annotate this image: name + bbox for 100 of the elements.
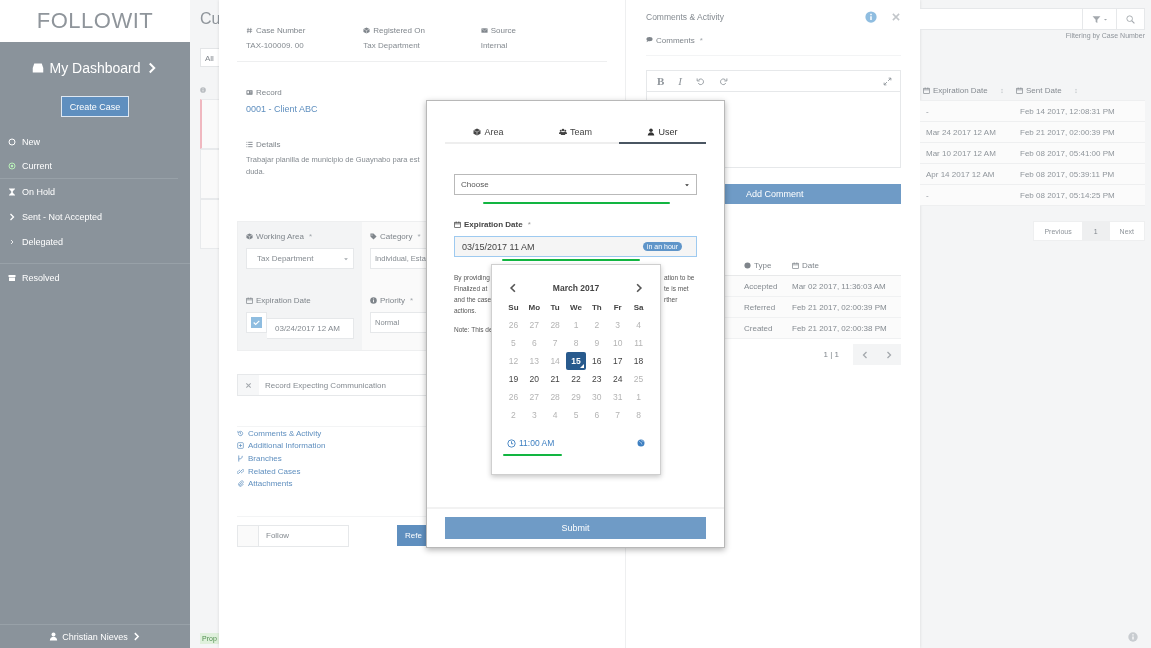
- calendar-icon: [1016, 87, 1023, 94]
- sidebar-item[interactable]: Current: [0, 154, 178, 179]
- panel-title: Comments & Activity: [646, 12, 725, 22]
- field-label: Priority: [380, 295, 405, 305]
- calendar-icon: [792, 262, 799, 269]
- day-cell[interactable]: 18: [628, 352, 649, 370]
- section-link[interactable]: Related Cases: [237, 464, 607, 478]
- user-menu[interactable]: Christian Nieves: [0, 624, 190, 648]
- branch-icon: [237, 455, 244, 462]
- field-label: Working Area: [256, 231, 304, 241]
- sidebar-item[interactable]: Delegated: [0, 229, 190, 254]
- create-case-button[interactable]: Create Case: [61, 96, 129, 117]
- date-field[interactable]: 03/24/2017 12 AM: [267, 318, 354, 339]
- chevron-icon: [8, 212, 16, 221]
- table-cell-text: Feb 08 2017, 05:41:00 PM: [1019, 148, 1115, 158]
- day-cell[interactable]: 15: [566, 352, 586, 370]
- close-icon: [891, 12, 901, 22]
- field-label: Details: [256, 139, 281, 149]
- envelope-icon: [480, 26, 488, 34]
- comment-icon: [646, 36, 653, 43]
- tab[interactable]: User: [619, 121, 706, 144]
- day-cell[interactable]: 16: [586, 352, 608, 370]
- caret-icon: [684, 181, 690, 188]
- expand-icon: [883, 76, 892, 86]
- chevron-icon: [131, 632, 141, 641]
- day-cell[interactable]: 22: [565, 370, 587, 388]
- day-cell[interactable]: 17: [607, 352, 629, 370]
- table-cell-text: Feb 08 2017, 05:39:11 PM: [1019, 169, 1115, 179]
- info-icon: [370, 296, 377, 304]
- day-cell[interactable]: 19: [503, 370, 524, 388]
- sidebar-item[interactable]: New: [0, 129, 190, 154]
- bold-button[interactable]: B: [657, 75, 665, 87]
- required-mark: *: [308, 231, 312, 241]
- section-link[interactable]: Comments & Activity: [237, 427, 607, 440]
- chevron-icon: [861, 350, 869, 359]
- sort-icon: [1072, 87, 1079, 94]
- column-header: Expiration Date: [933, 86, 988, 95]
- submit-button[interactable]: Submit: [445, 517, 706, 539]
- calendar-icon: [454, 220, 461, 228]
- table-cell-text: -: [925, 190, 930, 200]
- section-link[interactable]: Branches: [237, 452, 607, 465]
- day-cell[interactable]: 23: [586, 370, 608, 388]
- user-icon: [647, 127, 656, 136]
- table-cell-text: -: [925, 106, 930, 116]
- select-field[interactable]: Choose: [454, 174, 697, 195]
- paperclip-icon: [237, 480, 244, 488]
- cube-icon: [363, 26, 371, 34]
- chevron-icon: [885, 350, 893, 359]
- case-row[interactable]: [200, 99, 219, 149]
- tab[interactable]: Area: [445, 121, 532, 144]
- cube-icon: [473, 127, 482, 136]
- user-icon: [49, 632, 59, 641]
- id-card-icon: [246, 88, 253, 96]
- search-icon: [1126, 14, 1135, 24]
- case-row[interactable]: [200, 149, 219, 199]
- checkbox[interactable]: [246, 312, 267, 333]
- clock-icon: [507, 438, 516, 448]
- field-label: Category: [380, 231, 413, 241]
- section-link[interactable]: Attachments: [237, 477, 607, 490]
- select-field[interactable]: Tax Department: [246, 248, 354, 269]
- calendar-icon: [923, 87, 930, 94]
- chevron-icon: [8, 237, 16, 246]
- archive-icon: [8, 273, 16, 282]
- dot-icon: [744, 262, 751, 269]
- filter-tab[interactable]: All: [200, 48, 219, 67]
- dashboard-link[interactable]: My Dashboard: [32, 59, 158, 77]
- sort-icon: [998, 87, 1005, 94]
- table-cell-text: Feb 14 2017, 12:08:31 PM: [1019, 106, 1115, 116]
- globe-icon: [637, 439, 645, 447]
- table-cell-text: Feb 08 2017, 05:14:25 PM: [1019, 190, 1115, 200]
- italic-button[interactable]: I: [678, 75, 682, 87]
- history-icon: [237, 429, 244, 437]
- weekday-label: Fr: [612, 301, 623, 314]
- sidebar-item[interactable]: On Hold: [0, 179, 190, 204]
- calendar-icon: [246, 296, 253, 304]
- field-value: Internal: [480, 41, 509, 52]
- required-mark: *: [409, 295, 413, 305]
- day-cell[interactable]: 24: [607, 370, 629, 388]
- required-mark: *: [527, 219, 531, 229]
- day-cell[interactable]: 20: [523, 370, 545, 388]
- weekday-label: Su: [507, 301, 520, 314]
- tag-icon: [370, 232, 377, 240]
- case-row[interactable]: [200, 199, 219, 249]
- time-link[interactable]: 11:00 AM: [507, 438, 555, 448]
- inbox-icon: [32, 62, 45, 74]
- day-cell[interactable]: 21: [544, 370, 566, 388]
- sidebar-item[interactable]: Resolved: [0, 263, 190, 291]
- weekday-label: Th: [590, 301, 603, 314]
- checkbox[interactable]: [238, 525, 259, 546]
- users-icon: [559, 127, 567, 136]
- sidebar-item[interactable]: Sent - Not Accepted: [0, 204, 190, 229]
- field-label: Expiration Date: [464, 219, 523, 229]
- required-mark: *: [417, 231, 421, 241]
- required-mark: *: [699, 36, 703, 45]
- field-label: Expiration Date: [256, 295, 311, 305]
- weekday-label: We: [569, 301, 583, 314]
- tab[interactable]: Team: [532, 121, 619, 144]
- plus-square-icon: [237, 442, 244, 450]
- field-label: Comments: [656, 36, 695, 45]
- search-field[interactable]: [920, 8, 1145, 30]
